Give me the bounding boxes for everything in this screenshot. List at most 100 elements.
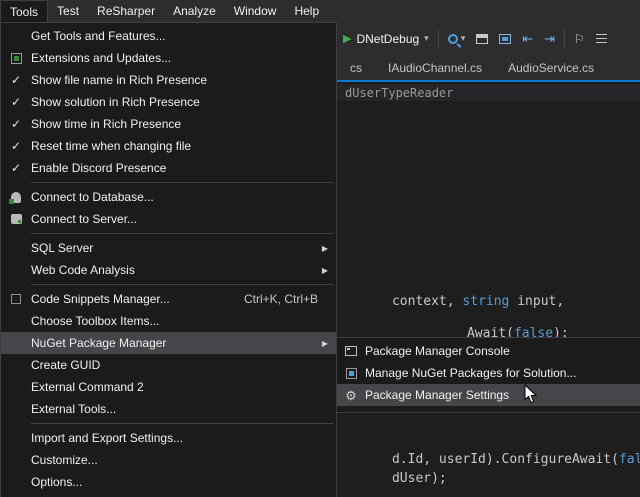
menu-item-create-guid[interactable]: Create GUID — [1, 354, 336, 376]
menu-item-label: Show solution in Rich Presence — [31, 95, 328, 109]
menu-help[interactable]: Help — [285, 0, 328, 22]
menu-item-customize[interactable]: Customize... — [1, 449, 336, 471]
menu-item-label: Options... — [31, 475, 328, 489]
menu-item-connect-server[interactable]: Connect to Server... — [1, 208, 336, 230]
menu-label: Analyze — [173, 4, 216, 18]
menu-item-show-time[interactable]: ✓ Show time in Rich Presence — [1, 113, 336, 135]
window-layout-icon — [476, 34, 488, 44]
chevron-down-icon: ▾ — [424, 33, 429, 44]
start-debug-button[interactable]: ▶ DNetDebug ▾ — [341, 30, 431, 48]
find-in-files-button[interactable]: ▾ — [446, 31, 468, 46]
code-token-keyword: string — [462, 294, 509, 309]
menu-item-options[interactable]: Options... — [1, 471, 336, 493]
tab-audioservice[interactable]: AudioService.cs — [495, 55, 607, 80]
menu-item-gutter — [1, 214, 31, 224]
play-icon: ▶ — [343, 32, 351, 45]
new-window-button[interactable] — [497, 32, 513, 46]
checkmark-icon: ✓ — [1, 95, 31, 109]
menu-item-label: Web Code Analysis — [31, 263, 316, 277]
menu-analyze[interactable]: Analyze — [164, 0, 225, 22]
new-window-icon — [499, 34, 511, 44]
code-token: dUser); — [392, 471, 447, 486]
menu-item-label: External Tools... — [31, 402, 328, 416]
menu-item-web-code-analysis[interactable]: Web Code Analysis ▶ — [1, 259, 336, 281]
menu-item-external-tools[interactable]: External Tools... — [1, 398, 336, 420]
checkmark-icon: ✓ — [1, 117, 31, 131]
menu-item-get-tools-and-features[interactable]: Get Tools and Features... — [1, 25, 336, 47]
menu-label: Tools — [10, 5, 38, 19]
nuget-package-manager-submenu: Package Manager Console Manage NuGet Pac… — [336, 337, 640, 413]
menu-item-label: Show time in Rich Presence — [31, 117, 328, 131]
toolbar-separator — [438, 30, 439, 48]
submenu-arrow-icon: ▶ — [316, 339, 328, 348]
submenu-arrow-icon: ▶ — [316, 244, 328, 253]
menu-item-enable-discord[interactable]: ✓ Enable Discord Presence — [1, 157, 336, 179]
menu-item-gutter: ⚙ — [337, 389, 365, 402]
chevron-down-icon: ▾ — [461, 33, 466, 44]
extensions-icon — [11, 53, 22, 64]
menu-bar: Tools Test ReSharper Analyze Window Help — [0, 0, 640, 22]
type-name-text: dUserTypeReader — [345, 86, 453, 100]
menu-label: Help — [294, 4, 319, 18]
menu-window[interactable]: Window — [225, 0, 286, 22]
code-line: se); — [345, 485, 423, 497]
submenu-arrow-icon: ▶ — [316, 266, 328, 275]
menu-item-label: Get Tools and Features... — [31, 29, 328, 43]
submenu-item-package-manager-console[interactable]: Package Manager Console — [337, 340, 640, 362]
menu-item-reset-time[interactable]: ✓ Reset time when changing file — [1, 135, 336, 157]
submenu-item-package-manager-settings[interactable]: ⚙ Package Manager Settings — [337, 384, 640, 406]
tab-label: IAudioChannel.cs — [388, 61, 482, 75]
menu-item-shortcut: Ctrl+K, Ctrl+B — [244, 292, 328, 306]
menu-item-label: Code Snippets Manager... — [31, 292, 244, 306]
menu-item-extensions-and-updates[interactable]: Extensions and Updates... — [1, 47, 336, 69]
code-token-keyword: false — [619, 452, 640, 467]
tab-label: cs — [350, 61, 362, 75]
packages-icon — [346, 368, 357, 379]
indent-decrease-button[interactable]: ⇤ — [520, 29, 535, 49]
menu-item-label: Import and Export Settings... — [31, 431, 328, 445]
menu-item-label: Show file name in Rich Presence — [31, 73, 328, 87]
menu-item-gutter — [337, 346, 365, 356]
lines-icon — [596, 34, 607, 35]
menu-item-label: Choose Toolbox Items... — [31, 314, 328, 328]
menu-label: Test — [57, 4, 79, 18]
bookmark-icon: ⚐ — [574, 32, 585, 46]
menu-item-label: External Command 2 — [31, 380, 328, 394]
menu-item-label: Customize... — [31, 453, 328, 467]
menu-item-sql-server[interactable]: SQL Server ▶ — [1, 237, 336, 259]
menu-item-import-export-settings[interactable]: Import and Export Settings... — [1, 427, 336, 449]
tab-document-1[interactable]: cs — [337, 55, 375, 80]
checkmark-icon: ✓ — [1, 161, 31, 175]
menu-item-gutter — [337, 368, 365, 379]
menu-item-label: NuGet Package Manager — [31, 336, 316, 350]
menu-separator — [31, 233, 334, 234]
menu-item-label: Connect to Server... — [31, 212, 328, 226]
menu-resharper[interactable]: ReSharper — [88, 0, 164, 22]
vs-window: dUserTypeReader context, string input, A… — [0, 0, 640, 497]
menu-tools[interactable]: Tools — [0, 0, 48, 22]
menu-item-connect-database[interactable]: Connect to Database... — [1, 186, 336, 208]
tab-iaudiochannel[interactable]: IAudioChannel.cs — [375, 55, 495, 80]
checkmark-icon: ✓ — [1, 73, 31, 87]
menu-item-code-snippets-manager[interactable]: Code Snippets Manager... Ctrl+K, Ctrl+B — [1, 288, 336, 310]
tools-menu: Get Tools and Features... Extensions and… — [0, 22, 337, 497]
menu-item-gutter — [1, 192, 31, 203]
menu-item-label: Connect to Database... — [31, 190, 328, 204]
debug-target-label: DNetDebug — [354, 32, 421, 46]
menu-test[interactable]: Test — [48, 0, 88, 22]
menu-item-label: Reset time when changing file — [31, 139, 328, 153]
indent-increase-button[interactable]: ⇥ — [542, 29, 557, 49]
toolbar-separator — [564, 30, 565, 48]
menu-item-show-solution[interactable]: ✓ Show solution in Rich Presence — [1, 91, 336, 113]
menu-item-nuget-package-manager[interactable]: NuGet Package Manager ▶ — [1, 332, 336, 354]
server-icon — [11, 214, 22, 224]
database-icon — [11, 192, 21, 203]
menu-item-show-file-name[interactable]: ✓ Show file name in Rich Presence — [1, 69, 336, 91]
toggle-bookmark-button[interactable]: ⚐ — [572, 30, 587, 48]
submenu-item-manage-nuget-packages[interactable]: Manage NuGet Packages for Solution... — [337, 362, 640, 384]
window-layout-button[interactable] — [474, 32, 490, 46]
comment-lines-button[interactable] — [594, 37, 609, 41]
menu-separator — [31, 284, 334, 285]
menu-item-choose-toolbox-items[interactable]: Choose Toolbox Items... — [1, 310, 336, 332]
menu-item-external-command-2[interactable]: External Command 2 — [1, 376, 336, 398]
